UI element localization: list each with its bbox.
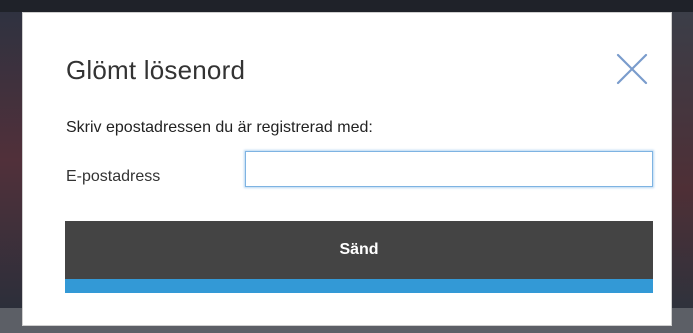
send-button[interactable]: Sänd	[65, 221, 653, 293]
close-icon	[616, 53, 648, 85]
backdrop-left-edge	[0, 12, 22, 308]
close-button[interactable]	[615, 52, 649, 86]
email-label: E-postadress	[66, 168, 161, 185]
dialog-title: Glömt lösenord	[66, 55, 246, 85]
backdrop-top-strip	[0, 0, 693, 12]
backdrop-right-edge	[672, 12, 693, 308]
forgot-password-dialog: Glömt lösenord Skriv epostadressen du är…	[22, 12, 672, 326]
send-button-accent-bar	[65, 279, 653, 293]
email-field[interactable]	[245, 151, 653, 187]
instruction-text: Skriv epostadressen du är registrerad me…	[66, 119, 373, 136]
send-button-label: Sänd	[339, 241, 379, 258]
